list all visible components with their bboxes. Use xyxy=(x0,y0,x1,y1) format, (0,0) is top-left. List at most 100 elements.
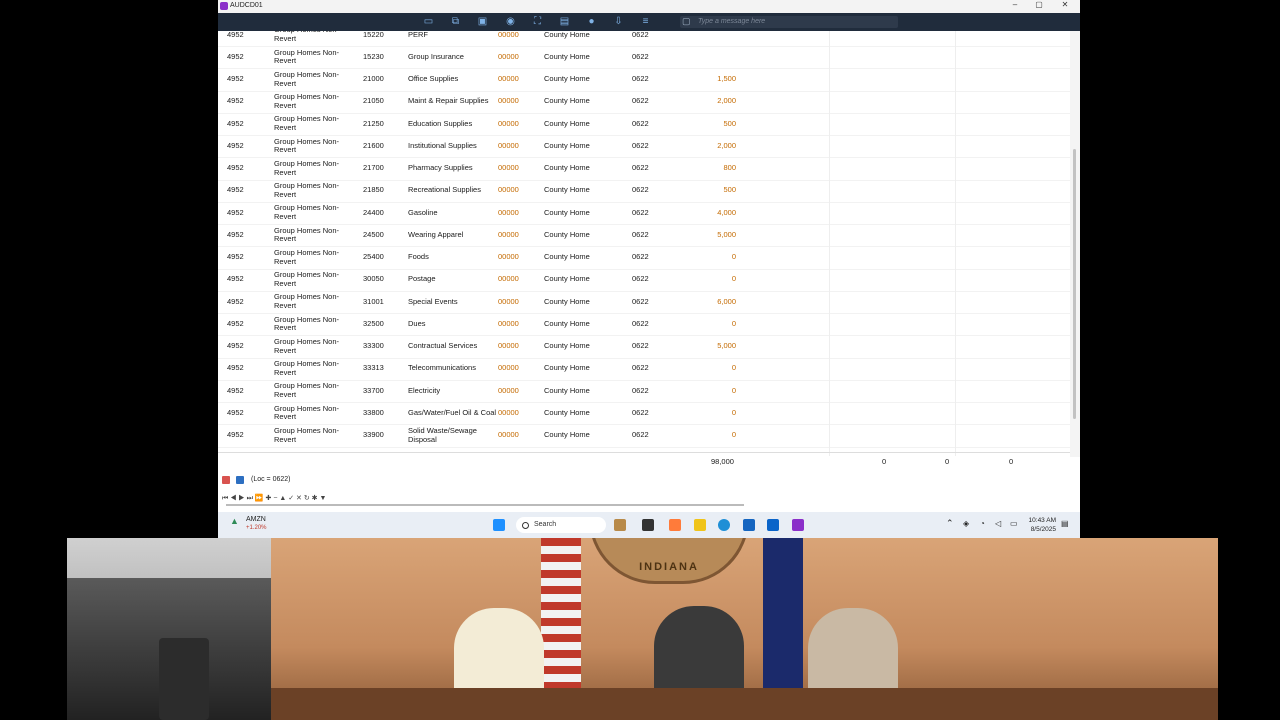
cell-amt[interactable]: 500 xyxy=(688,113,736,135)
cell-loc[interactable]: 0622 xyxy=(632,425,649,447)
cell-dept[interactable]: County Home xyxy=(544,135,590,157)
cell-amt[interactable]: 0 xyxy=(688,247,736,269)
cell-loc[interactable]: 0622 xyxy=(632,113,649,135)
cell-desc[interactable]: Education Supplies xyxy=(408,113,500,135)
display-icon[interactable]: ▣ xyxy=(477,16,488,27)
task-view-icon[interactable] xyxy=(642,519,654,531)
cell-amt[interactable]: 0 xyxy=(688,269,736,291)
cell-desc[interactable]: Foods xyxy=(408,247,500,269)
cell-name[interactable]: Group Homes Non-Revert xyxy=(274,358,354,380)
table-row[interactable]: 4952 Group Homes Non-Revert 21050 Maint & R… xyxy=(218,91,1070,114)
cell-dept[interactable]: County Home xyxy=(544,336,590,358)
cell-amt[interactable]: 5,000 xyxy=(688,336,736,358)
cell-loc[interactable]: 0622 xyxy=(632,69,649,91)
cell-acct[interactable]: 24500 xyxy=(363,224,384,246)
cell-acct[interactable]: 21700 xyxy=(363,158,384,180)
notification-icon[interactable]: ▤ xyxy=(1061,519,1069,528)
cell-acct[interactable]: 15220 xyxy=(363,31,384,46)
cell-name[interactable]: Group Homes Non-Revert xyxy=(274,180,354,202)
navigator-buttons-icon[interactable]: ⏮ ◀ ▶ ⏭ ⏩ ✚ − ▲ ✓ ✕ ↻ ✱ ▼ xyxy=(222,494,326,503)
cell-loc[interactable]: 0622 xyxy=(632,180,649,202)
cell-dept[interactable]: County Home xyxy=(544,46,590,68)
cell-obj[interactable]: 00000 xyxy=(498,269,519,291)
cell-obj[interactable]: 00000 xyxy=(498,358,519,380)
cell-acct[interactable]: 33700 xyxy=(363,380,384,402)
cell-desc[interactable]: PERF xyxy=(408,31,500,46)
cell-amt[interactable] xyxy=(688,46,736,68)
view-icon[interactable]: ◉ xyxy=(505,16,516,27)
cell-fund[interactable]: 4952 xyxy=(227,358,244,380)
cell-loc[interactable]: 0622 xyxy=(632,269,649,291)
table-row[interactable]: 4952 Group Homes Non-Revert 15220 PERF00000… xyxy=(218,31,1070,47)
cell-dept[interactable]: County Home xyxy=(544,113,590,135)
outlook-icon[interactable] xyxy=(767,519,779,531)
cell-acct[interactable]: 21000 xyxy=(363,69,384,91)
table-row[interactable]: 4952 Group Homes Non-Revert 24400 Gasoline 0… xyxy=(218,202,1070,225)
cell-amt[interactable]: 500 xyxy=(688,180,736,202)
table-row[interactable]: 4952 Group Homes Non-Revert 21250 Education… xyxy=(218,113,1070,136)
minimize-button[interactable]: – xyxy=(1007,0,1023,9)
record-icon[interactable]: ● xyxy=(586,16,597,27)
cell-obj[interactable]: 00000 xyxy=(498,46,519,68)
cell-fund[interactable]: 4952 xyxy=(227,269,244,291)
cell-desc[interactable]: Group Insurance xyxy=(408,46,500,68)
cell-desc[interactable]: Wearing Apparel xyxy=(408,224,500,246)
table-row[interactable]: 4952 Group Homes Non-Revert 31001 Special E… xyxy=(218,291,1070,314)
remote-control-icon[interactable]: ▤ xyxy=(559,16,570,27)
cell-acct[interactable]: 25400 xyxy=(363,247,384,269)
cell-amt[interactable]: 4,000 xyxy=(688,202,736,224)
cell-loc[interactable]: 0622 xyxy=(632,202,649,224)
cell-desc[interactable]: Maint & Repair Supplies xyxy=(408,91,500,113)
cell-amt[interactable]: 800 xyxy=(688,158,736,180)
horizontal-scrollbar[interactable] xyxy=(226,504,744,506)
cell-loc[interactable]: 0622 xyxy=(632,380,649,402)
cell-obj[interactable]: 00000 xyxy=(498,224,519,246)
copilot-icon[interactable] xyxy=(669,519,681,531)
table-row[interactable]: 4952 Group Homes Non-Revert 21000 Office Su… xyxy=(218,69,1070,92)
cell-obj[interactable]: 00000 xyxy=(498,425,519,447)
cell-name[interactable]: Group Homes Non-Revert xyxy=(274,402,354,424)
cell-desc[interactable]: Gas/Water/Fuel Oil & Coal xyxy=(408,402,500,424)
cell-acct[interactable]: 33313 xyxy=(363,358,384,380)
cell-obj[interactable]: 00000 xyxy=(498,69,519,91)
cell-name[interactable]: Group Homes Non-Revert xyxy=(274,269,354,291)
clock-date[interactable]: 8/5/2025 xyxy=(1026,526,1056,533)
cell-name[interactable]: Group Homes Non-Revert xyxy=(274,113,354,135)
cell-obj[interactable]: 00000 xyxy=(498,380,519,402)
table-row[interactable]: 4952 Group Homes Non-Revert 21600 Instituti… xyxy=(218,135,1070,159)
cell-amt[interactable]: 0 xyxy=(688,402,736,424)
cell-fund[interactable]: 4952 xyxy=(227,425,244,447)
battery-icon[interactable]: ▭ xyxy=(1010,519,1018,528)
cell-loc[interactable]: 0622 xyxy=(632,91,649,113)
table-row[interactable]: 4952 Group Homes Non-Revert 15230 Group Ins… xyxy=(218,46,1070,70)
cell-name[interactable]: Group Homes Non-Revert xyxy=(274,425,354,447)
cell-obj[interactable]: 00000 xyxy=(498,31,519,46)
cell-acct[interactable]: 15230 xyxy=(363,46,384,68)
cell-dept[interactable]: County Home xyxy=(544,247,590,269)
cell-loc[interactable]: 0622 xyxy=(632,158,649,180)
store-icon[interactable] xyxy=(743,519,755,531)
table-row[interactable]: 4952 Group Homes Non-Revert 25400 Foods 0000… xyxy=(218,247,1070,270)
cell-loc[interactable]: 0622 xyxy=(632,402,649,424)
cell-dept[interactable]: County Home xyxy=(544,358,590,380)
cell-fund[interactable]: 4952 xyxy=(227,69,244,91)
cell-desc[interactable]: Telecommunications xyxy=(408,358,500,380)
cell-dept[interactable]: County Home xyxy=(544,269,590,291)
cell-fund[interactable]: 4952 xyxy=(227,135,244,157)
cell-dept[interactable]: County Home xyxy=(544,158,590,180)
cell-acct[interactable]: 21850 xyxy=(363,180,384,202)
cell-amt[interactable]: 0 xyxy=(688,425,736,447)
network-icon[interactable]: ◈ xyxy=(963,519,969,528)
file-explorer-icon[interactable] xyxy=(694,519,706,531)
wifi-icon[interactable]: ◔ xyxy=(980,519,985,528)
tray-chevron-icon[interactable]: ⌃ xyxy=(946,518,954,529)
cell-fund[interactable]: 4952 xyxy=(227,180,244,202)
cell-fund[interactable]: 4952 xyxy=(227,380,244,402)
monitor-icon[interactable]: ▭ xyxy=(423,16,434,27)
cell-name[interactable]: Group Homes Non-Revert xyxy=(274,313,354,335)
cell-amt[interactable]: 1,500 xyxy=(688,69,736,91)
cell-obj[interactable]: 00000 xyxy=(498,402,519,424)
vertical-scrollbar[interactable] xyxy=(1070,31,1080,457)
cell-amt[interactable]: 0 xyxy=(688,380,736,402)
cell-acct[interactable]: 31001 xyxy=(363,291,384,313)
